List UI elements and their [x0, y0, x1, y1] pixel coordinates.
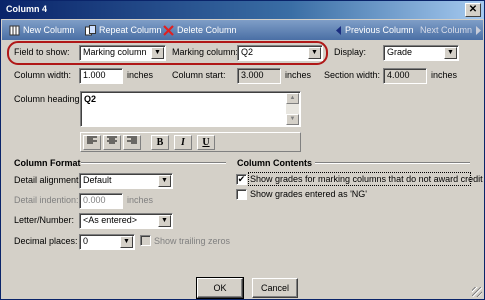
chevron-down-icon: ▼ — [151, 47, 164, 59]
column-width-label: Column width: — [14, 70, 72, 80]
decimal-places-select[interactable]: 0 ▼ — [79, 234, 135, 250]
column-contents-title: Column Contents — [237, 158, 312, 168]
column-width-unit: inches — [127, 70, 154, 80]
field-to-show-value: Marking column — [83, 47, 147, 57]
show-trailing-zeros-checkbox — [140, 235, 151, 246]
show-trailing-zeros-label: Show trailing zeros — [154, 236, 231, 246]
next-column-label: Next Column — [420, 25, 473, 35]
delete-column-icon — [163, 24, 174, 36]
new-column-icon — [9, 25, 20, 35]
detail-indention-unit: inches — [127, 195, 154, 205]
column-heading-input[interactable]: Q2 ▲ ▼ — [80, 91, 301, 127]
new-column-label: New Column — [23, 25, 75, 35]
column-width-input[interactable]: 1.000 — [79, 68, 123, 84]
chevron-down-icon: ▼ — [120, 236, 133, 248]
column-heading-text: Q2 — [84, 94, 97, 104]
heading-scrollbar[interactable]: ▲ ▼ — [286, 93, 299, 125]
column-start-label: Column start: — [172, 70, 226, 80]
column-start-field: 3.000 — [237, 68, 281, 84]
column-heading-label: Column heading: — [14, 94, 83, 104]
cancel-button[interactable]: Cancel — [252, 278, 298, 298]
delete-column-button[interactable]: Delete Column — [163, 23, 237, 37]
letter-number-select[interactable]: <As entered> ▼ — [79, 213, 173, 229]
show-grades-no-credit-label: Show grades for marking columns that do … — [250, 174, 483, 184]
align-left-button[interactable] — [83, 135, 101, 150]
resize-grip-icon[interactable] — [472, 287, 482, 297]
detail-indention-input: 0.000 — [79, 193, 123, 209]
detail-alignment-label: Detail alignment: — [14, 175, 82, 185]
letter-number-value: <As entered> — [83, 215, 138, 225]
letter-number-label: Letter/Number: — [14, 215, 75, 225]
align-right-icon — [127, 136, 137, 144]
scroll-up-icon[interactable]: ▲ — [286, 93, 299, 104]
detail-alignment-select[interactable]: Default ▼ — [79, 173, 173, 189]
field-to-show-label: Field to show: — [14, 47, 70, 57]
right-arrow-icon — [476, 25, 482, 35]
decimal-places-label: Decimal places: — [14, 236, 78, 246]
window-title: Column 4 — [6, 4, 48, 14]
left-arrow-icon — [336, 25, 341, 35]
column-format-title: Column Format — [14, 158, 81, 168]
display-select[interactable]: Grade ▼ — [383, 45, 459, 61]
new-column-button[interactable]: New Column — [9, 23, 75, 37]
scroll-down-icon[interactable]: ▼ — [286, 114, 299, 125]
show-grades-ng-checkbox[interactable] — [236, 189, 247, 200]
align-center-button[interactable] — [103, 135, 121, 150]
marking-column-label: Marking column: — [172, 47, 239, 57]
decimal-places-value: 0 — [83, 236, 89, 246]
toolbar: New Column Repeat Column Delete Column P… — [2, 20, 483, 40]
chevron-down-icon: ▼ — [158, 175, 171, 187]
marking-column-value: Q2 — [241, 47, 254, 57]
italic-button[interactable]: I — [174, 135, 192, 150]
align-center-icon — [107, 136, 117, 144]
repeat-column-label: Repeat Column — [99, 25, 162, 35]
repeat-column-icon — [85, 24, 96, 35]
show-grades-no-credit-checkbox[interactable]: ✔ — [236, 174, 247, 185]
chevron-down-icon: ▼ — [308, 47, 321, 59]
display-label: Display: — [334, 47, 367, 57]
column-start-unit: inches — [285, 70, 312, 80]
chevron-down-icon: ▼ — [158, 215, 171, 227]
align-left-icon — [87, 136, 97, 144]
section-width-field: 4.000 — [383, 68, 427, 84]
repeat-column-button[interactable]: Repeat Column — [85, 23, 162, 37]
detail-alignment-value: Default — [83, 175, 112, 185]
column-contents-divider — [315, 162, 470, 164]
previous-column-label: Previous Column — [345, 25, 414, 35]
delete-column-label: Delete Column — [177, 25, 237, 35]
column-dialog: Column 4 ✕ New Column Repeat Column Dele… — [0, 0, 485, 300]
underline-button[interactable]: U — [197, 135, 215, 150]
show-grades-ng-label: Show grades entered as 'NG' — [250, 189, 367, 199]
title-bar: Column 4 ✕ — [1, 1, 484, 19]
column-format-divider — [81, 162, 226, 164]
ok-button[interactable]: OK — [196, 277, 244, 299]
detail-indention-label: Detail indention: — [14, 195, 79, 205]
chevron-down-icon: ▼ — [444, 47, 457, 59]
marking-column-select[interactable]: Q2 ▼ — [237, 45, 323, 61]
field-to-show-select[interactable]: Marking column ▼ — [79, 45, 166, 61]
format-toolbar: B I U — [80, 132, 301, 152]
next-column-button[interactable]: Next Column — [420, 23, 482, 37]
align-right-button[interactable] — [123, 135, 141, 150]
section-width-unit: inches — [431, 70, 458, 80]
display-value: Grade — [387, 47, 413, 57]
bold-button[interactable]: B — [151, 135, 169, 150]
close-button[interactable]: ✕ — [465, 3, 481, 17]
section-width-label: Section width: — [324, 70, 381, 80]
previous-column-button[interactable]: Previous Column — [335, 23, 414, 37]
